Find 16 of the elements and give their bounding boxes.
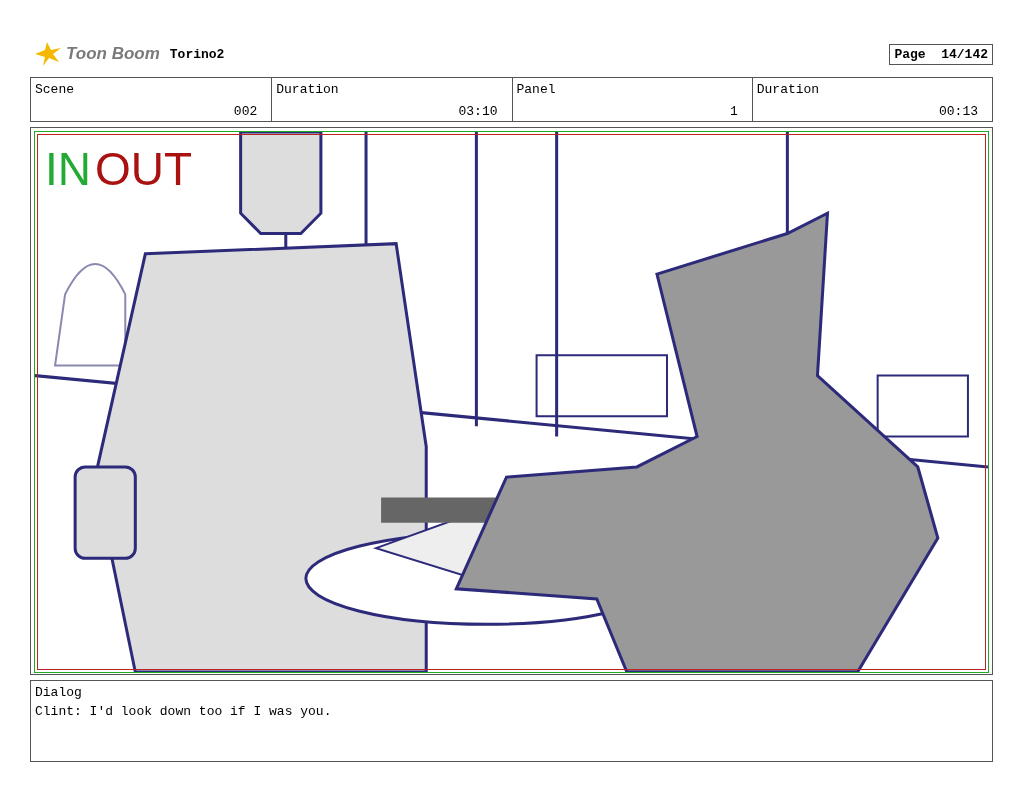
info-value: 002 (233, 104, 258, 119)
info-label: Duration (756, 82, 820, 97)
project-name: Torino2 (169, 46, 225, 62)
page-number: Page 14/142 (889, 43, 993, 65)
starburst-logo-icon (33, 42, 63, 66)
info-value: 00:13 (939, 104, 978, 119)
logo-text: Toon Boom (66, 44, 160, 64)
info-value: 03:10 (458, 104, 498, 119)
out-marker: OUT (95, 146, 193, 192)
info-label: Duration (276, 82, 339, 97)
info-value: 1 (729, 104, 738, 119)
info-label: Scene (35, 82, 74, 97)
in-marker: IN (45, 146, 91, 192)
info-label: Panel (516, 82, 556, 97)
dialog-text: Clint: I'd look down too if I was you. (35, 704, 333, 719)
dialog-label: Dialog (35, 685, 83, 700)
